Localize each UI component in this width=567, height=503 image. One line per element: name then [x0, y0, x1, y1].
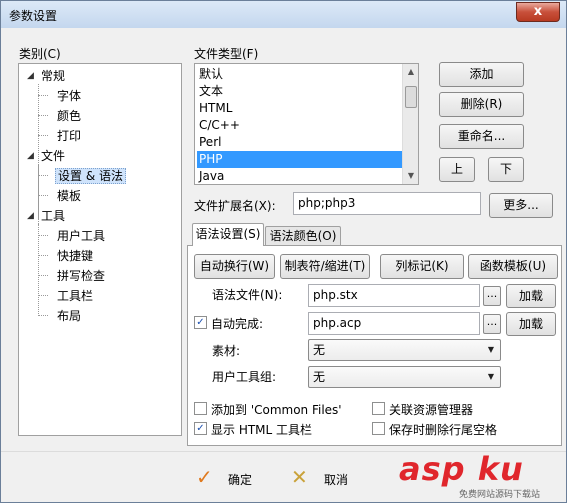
list-item[interactable]: 默认: [197, 66, 402, 83]
cancel-x-icon: ✕: [291, 465, 308, 489]
material-select[interactable]: 无 ▼: [308, 339, 501, 361]
autocomplete-checkbox[interactable]: ✓: [194, 316, 207, 329]
tree-item-layout[interactable]: 布局: [57, 307, 81, 325]
scroll-up-icon[interactable]: ▲: [403, 64, 418, 80]
list-item[interactable]: HTML: [197, 100, 402, 117]
move-up-button[interactable]: 上: [439, 157, 475, 182]
list-item[interactable]: Java: [197, 168, 402, 184]
file-types-list[interactable]: 默认 文本 HTML C/C++ Perl PHP Java ▲ ▼: [194, 63, 419, 185]
list-item-selected[interactable]: PHP: [197, 151, 402, 168]
syntax-file-browse-button[interactable]: ...: [483, 286, 501, 306]
tree-item-font[interactable]: 字体: [57, 87, 81, 105]
list-item[interactable]: Perl: [197, 134, 402, 151]
close-button[interactable]: x: [516, 2, 560, 22]
tab-syntax-colors[interactable]: 语法颜色(O): [265, 226, 341, 246]
file-types-label: 文件类型(F): [194, 47, 259, 61]
extension-label: 文件扩展名(X):: [194, 199, 276, 213]
tree-item-settings-syntax[interactable]: 设置 & 语法: [55, 167, 126, 185]
file-types-scrollbar[interactable]: ▲ ▼: [402, 64, 418, 184]
more-extensions-button[interactable]: 更多...: [489, 193, 553, 218]
tree-item-spellcheck[interactable]: 拼写检查: [57, 267, 105, 285]
material-label: 素材:: [212, 344, 241, 358]
chevron-down-icon: ▼: [487, 345, 494, 354]
syntax-file-input[interactable]: php.stx: [308, 284, 480, 307]
cancel-button[interactable]: ✕ 取消: [291, 466, 371, 490]
syntax-file-load-button[interactable]: 加载: [506, 284, 556, 308]
autocomplete-label: 自动完成:: [211, 317, 264, 331]
title-bar: 参数设置 x: [1, 1, 566, 28]
watermark-logo: asp ku 免费网站源码下载站: [399, 450, 541, 500]
ok-button[interactable]: ✓ 确定: [196, 466, 276, 490]
list-item[interactable]: C/C++: [197, 117, 402, 134]
link-explorer-label: 关联资源管理器: [389, 403, 474, 417]
tree-item-print[interactable]: 打印: [57, 127, 81, 145]
syntax-file-label: 语法文件(N):: [212, 288, 283, 302]
category-label: 类别(C): [19, 47, 61, 61]
expand-icon[interactable]: ◢: [27, 147, 37, 165]
tree-item-user-tools[interactable]: 用户工具: [57, 227, 105, 245]
tab-indent-button[interactable]: 制表符/缩进(T): [280, 254, 370, 279]
chevron-down-icon: ▼: [487, 372, 494, 381]
show-html-toolbar-label: 显示 HTML 工具栏: [211, 423, 313, 437]
trim-trailing-label: 保存时删除行尾空格: [389, 423, 498, 437]
add-common-files-label: 添加到 'Common Files': [211, 403, 342, 417]
show-html-toolbar-checkbox[interactable]: ✓: [194, 422, 207, 435]
user-tool-group-label: 用户工具组:: [212, 370, 277, 384]
column-marker-button[interactable]: 列标记(K): [380, 254, 464, 279]
scroll-down-icon[interactable]: ▼: [403, 168, 418, 184]
add-type-button[interactable]: 添加: [439, 62, 524, 87]
scroll-thumb[interactable]: [405, 86, 417, 108]
extension-input[interactable]: php;php3: [293, 192, 481, 215]
expand-icon[interactable]: ◢: [27, 67, 37, 85]
tree-item-shortcuts[interactable]: 快捷键: [57, 247, 93, 265]
window-title: 参数设置: [9, 9, 58, 23]
expand-icon[interactable]: ◢: [27, 207, 37, 225]
tree-item-color[interactable]: 颜色: [57, 107, 81, 125]
add-common-files-checkbox[interactable]: [194, 402, 207, 415]
tree-item-template[interactable]: 模板: [57, 187, 81, 205]
word-wrap-button[interactable]: 自动换行(W): [194, 254, 275, 279]
trim-trailing-checkbox[interactable]: [372, 422, 385, 435]
delete-type-button[interactable]: 删除(R): [439, 92, 524, 117]
dialog-footer: ✓ 确定 ✕ 取消 asp ku 免费网站源码下载站: [1, 450, 566, 502]
autocomplete-input[interactable]: php.acp: [308, 312, 480, 335]
tree-item-toolbar[interactable]: 工具栏: [57, 287, 93, 305]
move-down-button[interactable]: 下: [488, 157, 524, 182]
list-item[interactable]: 文本: [197, 83, 402, 100]
settings-dialog: 参数设置 x 类别(C) ◢ 常规 字体 颜色 打印 ◢ 文件 设置 & 语法 …: [0, 0, 567, 503]
autocomplete-load-button[interactable]: 加载: [506, 312, 556, 336]
autocomplete-browse-button[interactable]: ...: [483, 314, 501, 334]
tab-syntax-settings[interactable]: 语法设置(S): [192, 223, 264, 246]
user-tool-group-select[interactable]: 无 ▼: [308, 366, 501, 388]
link-explorer-checkbox[interactable]: [372, 402, 385, 415]
category-tree[interactable]: ◢ 常规 字体 颜色 打印 ◢ 文件 设置 & 语法 模板 ◢ 工具 用户工具 …: [18, 63, 182, 436]
function-template-button[interactable]: 函数模板(U): [468, 254, 558, 279]
checkmark-icon: ✓: [196, 465, 213, 489]
rename-type-button[interactable]: 重命名...: [439, 124, 524, 149]
